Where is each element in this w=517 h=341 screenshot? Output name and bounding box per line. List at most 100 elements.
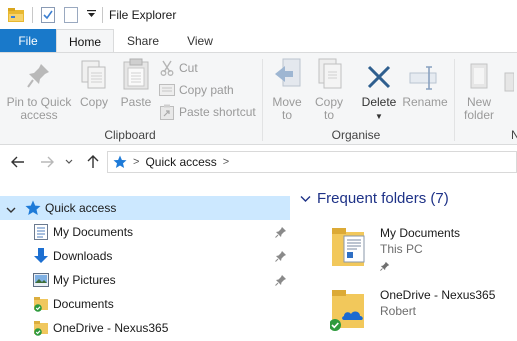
address-bar[interactable]: > Quick access > xyxy=(107,151,517,173)
new-folder-button[interactable]: New folder xyxy=(458,59,500,122)
nav-item-label: Quick access xyxy=(45,201,117,215)
window-title: File Explorer xyxy=(102,6,176,23)
content-pane: Frequent folders (7) My Documents This P… xyxy=(296,188,517,341)
recent-locations-chevron-icon[interactable] xyxy=(63,153,75,171)
back-arrow-icon[interactable] xyxy=(9,153,27,171)
onedrive-folder-icon xyxy=(329,286,374,332)
copy-icon xyxy=(81,60,107,93)
copy-to-label-line2: to xyxy=(323,108,334,122)
nav-item-onedrive[interactable]: OneDrive - Nexus365 xyxy=(0,316,290,340)
copy-to-button[interactable]: Copy to xyxy=(310,58,348,122)
frequent-folders-heading: Frequent folders (7) xyxy=(317,190,449,207)
new-folder-icon xyxy=(468,60,490,93)
title-bar: File Explorer xyxy=(0,0,517,29)
pin-label-line2: access xyxy=(20,108,58,122)
organise-group-label: Organise xyxy=(331,128,381,142)
copy-button[interactable]: Copy xyxy=(76,59,112,109)
navigation-pane: Quick access My Documents Downloads My P… xyxy=(0,188,290,341)
ribbon-group-divider xyxy=(454,59,455,141)
ribbon-group-divider xyxy=(262,59,263,141)
document-icon xyxy=(33,224,49,240)
scissors-icon xyxy=(159,60,175,76)
download-arrow-icon xyxy=(33,248,49,264)
nav-item-label: My Documents xyxy=(53,225,134,239)
frequent-folders-header[interactable]: Frequent folders (7) xyxy=(300,190,449,207)
pin-icon xyxy=(380,260,390,274)
copy-label: Copy xyxy=(79,95,108,109)
move-to-button[interactable]: Move to xyxy=(268,58,306,122)
navigation-bar: > Quick access > xyxy=(0,146,517,180)
documents-folder-icon xyxy=(330,224,374,270)
star-icon xyxy=(113,155,127,169)
clipboard-group-label: Clipboard xyxy=(104,128,156,142)
paste-shortcut-label: Paste shortcut xyxy=(179,105,256,119)
new-item-icon xyxy=(504,72,515,95)
explorer-folder-icon[interactable] xyxy=(7,6,25,24)
delete-x-icon xyxy=(366,64,392,93)
nav-item-my-pictures[interactable]: My Pictures xyxy=(0,268,290,292)
delete-label: Delete xyxy=(361,95,397,109)
tab-file[interactable]: File xyxy=(0,29,56,53)
new-folder-qa-icon[interactable] xyxy=(62,6,80,24)
clipboard-icon xyxy=(123,58,149,93)
ribbon-tabs: File Home Share View xyxy=(0,29,517,53)
copy-path-icon xyxy=(159,82,175,98)
quick-access-toolbar xyxy=(0,0,102,29)
pin-to-quick-access-button[interactable]: Pin to Quick access xyxy=(4,59,74,122)
paste-shortcut-button[interactable]: Paste shortcut xyxy=(159,103,256,121)
folder-tile-onedrive[interactable]: OneDrive - Nexus365 Robert xyxy=(329,286,517,336)
move-to-icon xyxy=(273,58,301,93)
nav-item-downloads[interactable]: Downloads xyxy=(0,244,290,268)
nav-item-quick-access[interactable]: Quick access xyxy=(0,196,290,220)
toolbar-divider xyxy=(32,6,33,23)
pin-icon[interactable] xyxy=(275,274,287,289)
expand-chevron-icon[interactable] xyxy=(6,203,16,217)
nav-item-my-documents[interactable]: My Documents xyxy=(0,220,290,244)
nav-item-documents[interactable]: Documents xyxy=(0,292,290,316)
paste-shortcut-icon xyxy=(159,104,175,120)
delete-dropdown-icon[interactable]: ▼ xyxy=(358,110,400,123)
copy-path-label: Copy path xyxy=(179,83,234,97)
nav-item-label: Documents xyxy=(53,297,114,311)
folder-tile-location: This PC xyxy=(380,242,423,256)
folder-tile-name: OneDrive - Nexus365 xyxy=(380,288,496,302)
breadcrumb-separator-icon[interactable]: > xyxy=(223,156,229,168)
rename-icon xyxy=(409,64,441,93)
up-arrow-icon[interactable] xyxy=(84,153,102,171)
onedrive-folder-icon xyxy=(33,320,49,336)
collapse-chevron-icon[interactable] xyxy=(300,190,311,207)
nav-item-label: My Pictures xyxy=(53,273,116,287)
cut-label: Cut xyxy=(179,61,198,75)
folder-tile-my-documents[interactable]: My Documents This PC xyxy=(330,224,517,274)
breadcrumb-quick-access[interactable]: Quick access xyxy=(145,155,216,169)
nav-item-label: OneDrive - Nexus365 xyxy=(53,321,169,335)
copy-path-button[interactable]: Copy path xyxy=(159,81,234,99)
delete-button[interactable]: Delete ▼ xyxy=(358,59,400,123)
rename-label: Rename xyxy=(402,95,448,109)
ribbon: Pin to Quick access Copy Paste Cut Copy … xyxy=(0,52,517,145)
pin-icon[interactable] xyxy=(275,250,287,265)
star-icon xyxy=(25,200,41,216)
tab-share[interactable]: Share xyxy=(114,29,172,53)
move-to-label-line2: to xyxy=(281,108,292,122)
folder-tile-name: My Documents xyxy=(380,226,461,240)
cut-button[interactable]: Cut xyxy=(159,59,198,77)
pictures-icon xyxy=(33,272,49,288)
tab-view[interactable]: View xyxy=(172,29,228,53)
copy-to-icon xyxy=(315,58,343,93)
new-group-label: N xyxy=(511,128,517,142)
folder-sync-icon xyxy=(33,296,49,312)
paste-button[interactable]: Paste xyxy=(116,58,156,109)
tab-home[interactable]: Home xyxy=(56,29,114,53)
pin-icon[interactable] xyxy=(275,226,287,241)
new-item-button[interactable] xyxy=(501,72,517,98)
paste-label: Paste xyxy=(120,95,152,109)
forward-arrow-icon[interactable] xyxy=(38,153,56,171)
new-folder-label-line2: folder xyxy=(463,108,495,122)
customize-toolbar-icon[interactable] xyxy=(87,9,96,20)
properties-icon[interactable] xyxy=(39,6,57,24)
rename-button[interactable]: Rename xyxy=(402,59,448,109)
nav-item-label: Downloads xyxy=(53,249,113,263)
breadcrumb-separator-icon[interactable]: > xyxy=(133,156,139,168)
pin-icon xyxy=(27,62,51,93)
